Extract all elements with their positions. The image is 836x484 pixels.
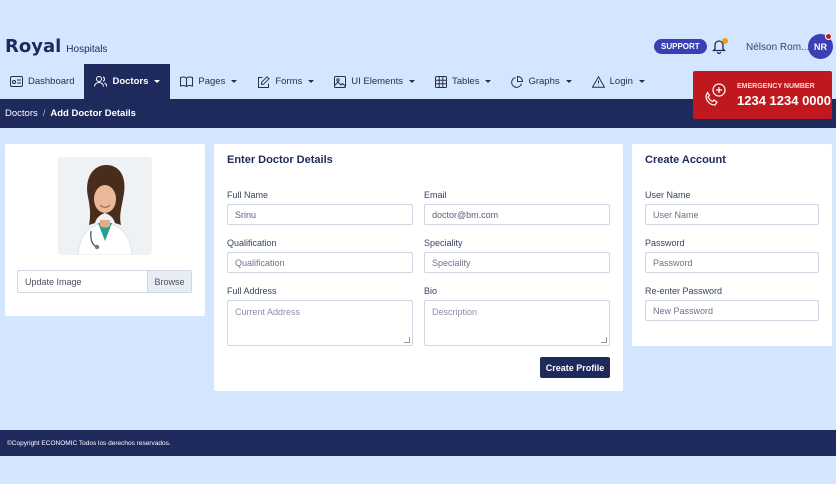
details-title: Enter Doctor Details: [227, 154, 333, 166]
notification-dot: [722, 38, 728, 44]
table-icon: [435, 75, 447, 88]
book-icon: [180, 76, 194, 87]
email-label: Email: [424, 190, 447, 200]
users-icon: [94, 76, 108, 87]
status-dot: [825, 33, 832, 40]
chevron-down-icon: [485, 80, 492, 83]
emergency-number: 1234 1234 0000: [737, 92, 831, 108]
breadcrumb-parent[interactable]: Doctors: [5, 108, 38, 119]
bio-textarea[interactable]: Description: [424, 300, 610, 346]
speciality-label: Speciality: [424, 238, 463, 248]
speciality-input[interactable]: Speciality: [424, 252, 610, 273]
browse-button[interactable]: Browse: [147, 271, 191, 292]
account-title: Create Account: [645, 154, 726, 166]
breadcrumb-current: Add Doctor Details: [50, 108, 136, 119]
email-input[interactable]: doctor@bm.com: [424, 204, 610, 225]
nav-item-graphs[interactable]: Graphs: [501, 64, 581, 99]
chevron-down-icon: [565, 80, 572, 83]
nav-item-forms[interactable]: Forms: [247, 64, 324, 99]
doctor-photo: [58, 157, 152, 255]
doctor-photo-card: Update Image Browse: [5, 144, 205, 316]
nav-label-login: Login: [609, 76, 633, 87]
qualification-label: Qualification: [227, 238, 277, 248]
brand-name: Royal: [5, 36, 62, 57]
create-account-card: Create Account User Name User Name Passw…: [632, 144, 832, 346]
nav-item-doctors[interactable]: Doctors: [84, 64, 171, 99]
footer-copyright: ©Copyright ECONOMIC Todos los derechos r…: [7, 439, 171, 447]
username-label: User Name: [645, 190, 691, 200]
chevron-down-icon: [154, 80, 161, 83]
password-label: Password: [645, 238, 685, 248]
resize-handle-icon[interactable]: [601, 337, 607, 343]
nav-label-tables: Tables: [452, 76, 480, 87]
nav-label-dashboard: Dashboard: [28, 76, 75, 87]
username-input[interactable]: User Name: [645, 204, 819, 225]
bio-placeholder: Description: [432, 307, 478, 317]
password-input[interactable]: Password: [645, 252, 819, 273]
nav-item-pages[interactable]: Pages: [170, 64, 247, 99]
image-icon: [334, 75, 347, 88]
resize-handle-icon[interactable]: [404, 337, 410, 343]
image-upload-field[interactable]: Update Image Browse: [17, 270, 192, 293]
notification-bell-icon[interactable]: [711, 38, 728, 55]
address-placeholder: Current Address: [235, 307, 301, 317]
address-textarea[interactable]: Current Address: [227, 300, 413, 346]
chevron-down-icon: [409, 80, 415, 83]
nav-item-tables[interactable]: Tables: [425, 64, 501, 99]
brand-subtitle: Hospitals: [66, 44, 108, 55]
user-name[interactable]: Nélson Rom...: [746, 42, 809, 53]
breadcrumb-separator: /: [42, 108, 46, 119]
nav-label-forms: Forms: [275, 76, 303, 87]
nav-label-pages: Pages: [198, 76, 226, 87]
edit-icon: [258, 75, 271, 88]
top-header: Royal Hospitals SUPPORT Nélson Rom... NR: [0, 28, 836, 64]
footer: ©Copyright ECONOMIC Todos los derechos r…: [0, 430, 836, 456]
nav-item-dashboard[interactable]: Dashboard: [0, 64, 84, 99]
chevron-down-icon: [638, 80, 645, 83]
chevron-down-icon: [231, 80, 238, 83]
nav-label-graphs: Graphs: [528, 76, 560, 87]
full-name-label: Full Name: [227, 190, 269, 200]
bio-label: Bio: [424, 286, 438, 296]
pie-chart-icon: [511, 75, 524, 88]
nav-item-login[interactable]: Login: [582, 64, 655, 99]
create-profile-button[interactable]: Create Profile: [540, 357, 610, 378]
emergency-label: EMERGENCY NUMBER: [737, 82, 815, 90]
nav-label-doctors: Doctors: [112, 76, 149, 87]
reenter-password-label: Re-enter Password: [645, 286, 723, 296]
brand-logo[interactable]: Royal Hospitals: [5, 36, 107, 57]
doctor-details-card: Enter Doctor Details Full Name Srinu Ema…: [214, 144, 623, 391]
reenter-password-input[interactable]: New Password: [645, 300, 819, 321]
address-label: Full Address: [227, 286, 277, 296]
chevron-down-icon: [308, 80, 315, 83]
emergency-phone-icon: [705, 83, 726, 106]
nav-label-ui-elements: UI Elements: [351, 76, 403, 87]
emergency-number-box[interactable]: EMERGENCY NUMBER 1234 1234 0000: [693, 71, 832, 119]
full-name-input[interactable]: Srinu: [227, 204, 413, 225]
qualification-input[interactable]: Qualification: [227, 252, 413, 273]
dashboard-icon: [10, 76, 23, 87]
support-button[interactable]: SUPPORT: [654, 39, 707, 54]
warning-icon: [591, 75, 605, 88]
upload-label: Update Image: [25, 276, 82, 287]
nav-item-ui-elements[interactable]: UI Elements: [324, 64, 425, 99]
